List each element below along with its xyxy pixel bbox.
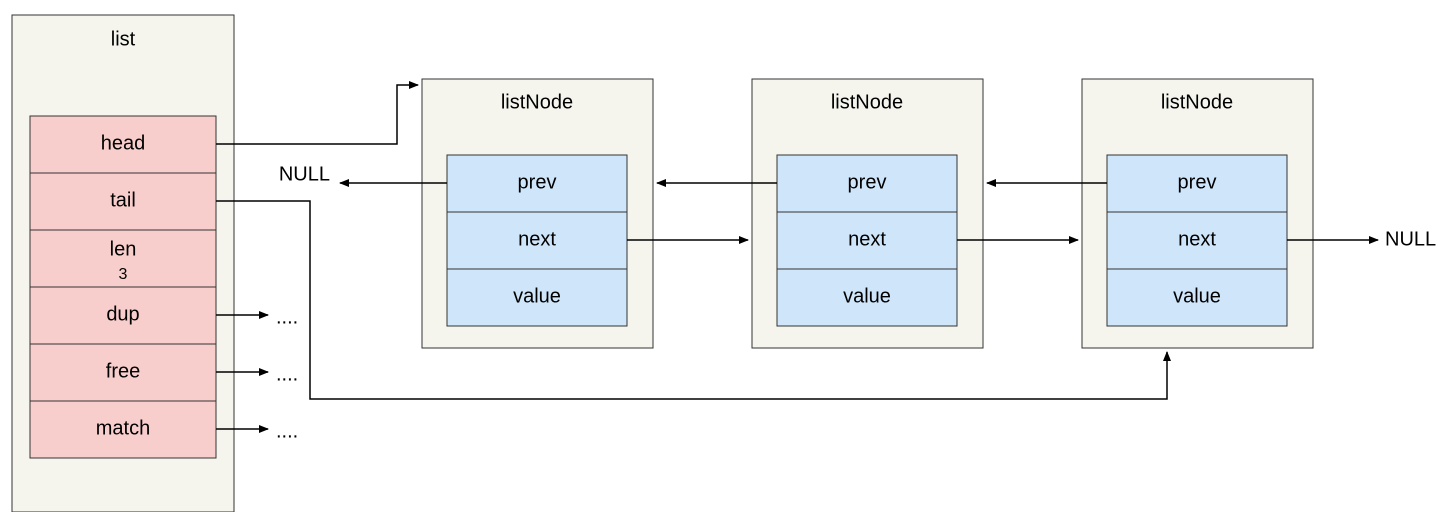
svg-text:prev: prev: [848, 171, 887, 193]
node2-title: listNode: [831, 91, 903, 113]
label-len-value: 3: [119, 266, 128, 283]
list-fields: head tail len 3 dup free match: [30, 116, 216, 458]
svg-text:prev: prev: [518, 171, 557, 193]
arrow-tail-to-node3: [216, 201, 1167, 399]
label-head: head: [101, 132, 146, 154]
null-left-label: NULL: [279, 163, 330, 185]
svg-text:next: next: [518, 228, 556, 250]
label-len: len: [110, 238, 137, 260]
svg-text:next: next: [1178, 228, 1216, 250]
svg-text:prev: prev: [1178, 171, 1217, 193]
ellipsis-free: ....: [276, 363, 298, 385]
node1-title: listNode: [501, 91, 573, 113]
svg-text:value: value: [843, 285, 891, 307]
ellipsis-match: ....: [276, 420, 298, 442]
label-tail: tail: [110, 189, 136, 211]
null-right-label: NULL: [1385, 228, 1436, 250]
label-dup: dup: [106, 303, 139, 325]
node3-title: listNode: [1161, 91, 1233, 113]
list-node-1: listNode prev next value: [422, 79, 653, 348]
svg-text:value: value: [513, 285, 561, 307]
ellipsis-dup: ....: [276, 306, 298, 328]
arrow-head-to-node1: [216, 85, 418, 144]
list-node-2: listNode prev next value: [752, 79, 983, 348]
diagram: list head tail len 3 dup free match list…: [0, 0, 1449, 512]
svg-text:next: next: [848, 228, 886, 250]
list-node-3: listNode prev next value: [1082, 79, 1313, 348]
svg-text:value: value: [1173, 285, 1221, 307]
list-title: list: [111, 28, 136, 50]
label-match: match: [96, 417, 150, 439]
label-free: free: [106, 360, 140, 382]
